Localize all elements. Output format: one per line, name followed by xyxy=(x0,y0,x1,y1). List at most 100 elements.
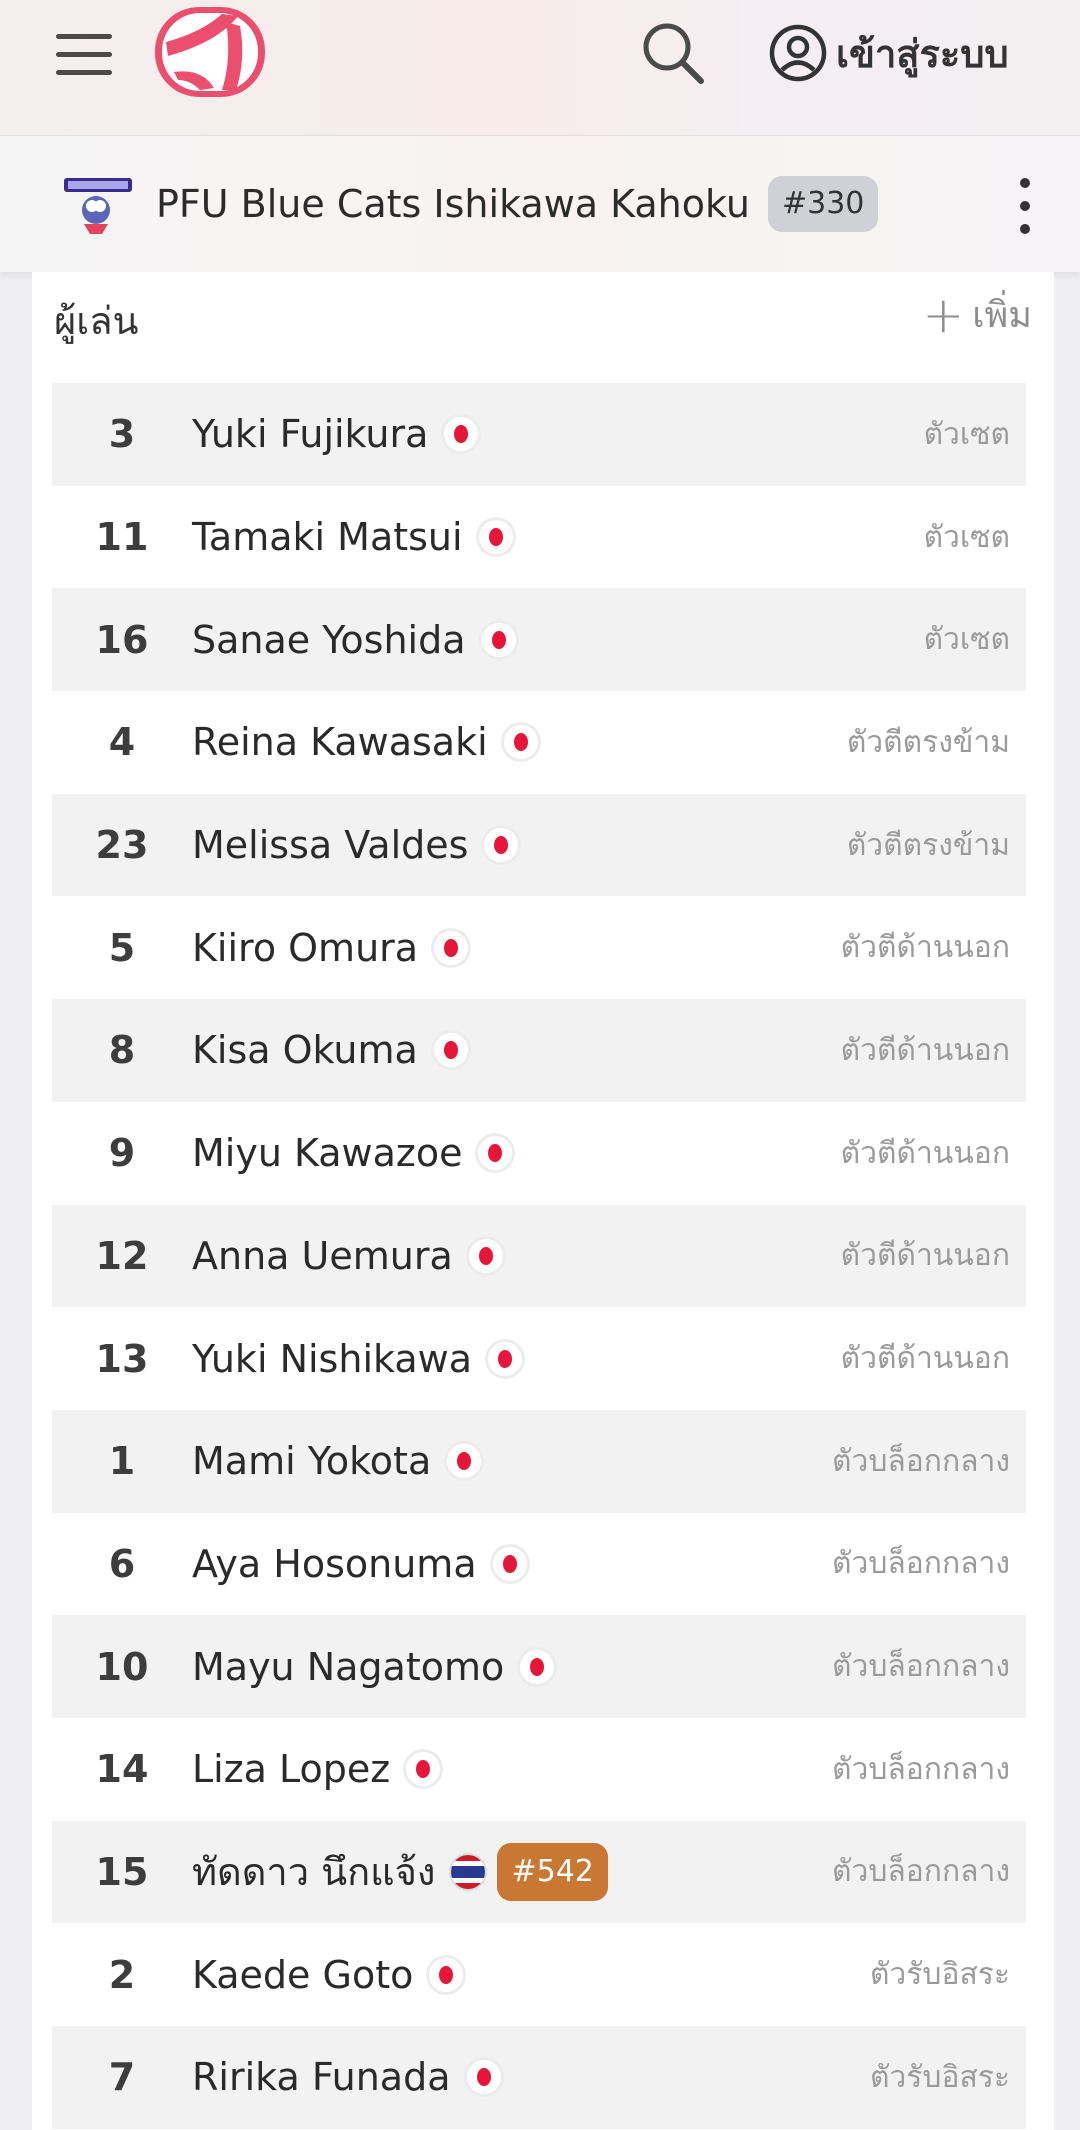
player-number: 7 xyxy=(108,2055,136,2100)
japan-flag-icon xyxy=(488,1341,522,1376)
player-name: Miyu Kawazoe xyxy=(192,1131,463,1176)
japan-flag-icon xyxy=(520,1649,555,1684)
player-row[interactable]: 8 Kisa Okuma ตัวตีด้านนอก xyxy=(52,999,1026,1102)
player-number: 13 xyxy=(95,1336,149,1381)
player-name: Reina Kawasaki xyxy=(192,720,488,765)
player-position: ตัวบล็อกกลาง xyxy=(832,1546,1010,1582)
login-label: เข้าสู่ระบบ xyxy=(836,31,1009,76)
player-position: ตัวตีตรงข้าม xyxy=(846,724,1010,760)
japan-flag-icon xyxy=(447,1444,482,1479)
player-row[interactable]: 7 Ririka Funada ตัวรับอิสระ xyxy=(52,2026,1026,2129)
player-number: 6 xyxy=(108,1541,136,1586)
player-row[interactable]: 5 Kiiro Omura ตัวตีด้านนอก xyxy=(52,896,1026,1000)
player-position: ตัวบล็อกกลาง xyxy=(832,1854,1010,1890)
japan-flag-icon xyxy=(433,1033,468,1068)
japan-flag-icon xyxy=(444,417,479,452)
player-row[interactable]: 12 Anna Uemura ตัวตีด้านนอก xyxy=(52,1204,1026,1308)
player-row[interactable]: 15 ทัดดาว นึกแจ้ง #542 ตัวบล็อกกลาง xyxy=(52,1820,1026,1924)
player-name-group: Reina Kawasaki xyxy=(192,720,538,764)
player-row[interactable]: 9 Miyu Kawazoe ตัวตีด้านนอก xyxy=(52,1101,1026,1205)
japan-flag-icon xyxy=(492,1546,527,1581)
player-number: 10 xyxy=(95,1644,149,1689)
team-header: PFU Blue Cats Ishikawa Kahoku #330 xyxy=(0,136,1080,272)
player-row[interactable]: 6 Aya Hosonuma ตัวบล็อกกลาง xyxy=(52,1512,1026,1616)
player-name-group: Yuki Fujikura xyxy=(192,412,479,457)
plus-icon: + xyxy=(922,285,965,344)
player-position: ตัวเซต xyxy=(923,416,1010,452)
player-row[interactable]: 4 Reina Kawasaki ตัวตีตรงข้าม xyxy=(52,691,1026,794)
player-number: 14 xyxy=(95,1747,149,1792)
player-row[interactable]: 11 Tamaki Matsui ตัวเซต xyxy=(52,485,1026,589)
player-number: 1 xyxy=(108,1439,136,1484)
player-row[interactable]: 13 Yuki Nishikawa ตัวตีด้านนอก xyxy=(52,1307,1026,1410)
player-name-group: Aya Hosonuma xyxy=(192,1542,527,1586)
player-row[interactable]: 16 Sanae Yoshida ตัวเซต xyxy=(52,588,1026,692)
player-row[interactable]: 3 Yuki Fujikura ตัวเซต xyxy=(52,383,1026,486)
team-logo-icon xyxy=(62,176,134,236)
player-name: Liza Lopez xyxy=(192,1747,391,1792)
player-name-group: Sanae Yoshida xyxy=(192,618,516,662)
japan-flag-icon xyxy=(481,622,516,657)
player-rank-badge: #542 xyxy=(497,1842,608,1901)
player-name: Yuki Fujikura xyxy=(192,412,429,457)
japan-flag-icon xyxy=(468,1238,503,1273)
player-position: ตัวตีด้านนอก xyxy=(840,1341,1010,1377)
login-button[interactable]: เข้าสู่ระบบ xyxy=(768,20,1009,86)
volleyball-logo-icon[interactable] xyxy=(152,2,268,102)
player-position: ตัวเซต xyxy=(923,622,1010,658)
player-number: 11 xyxy=(95,515,149,560)
players-card: ผู้เล่น + เพิ่ม 3 Yuki Fujikura ตัวเซต 11 Ta… xyxy=(32,272,1054,2130)
add-player-button[interactable]: + เพิ่ม xyxy=(922,286,1032,343)
player-position: ตัวตีตรงข้าม xyxy=(846,827,1010,863)
player-number: 3 xyxy=(108,412,136,457)
player-name: Mayu Nagatomo xyxy=(192,1644,505,1689)
player-name: Kaede Goto xyxy=(192,1952,414,1997)
add-label: เพิ่ม xyxy=(972,295,1032,336)
player-position: ตัวตีด้านนอก xyxy=(840,930,1010,966)
player-row[interactable]: 23 Melissa Valdes ตัวตีตรงข้าม xyxy=(52,793,1026,897)
player-name: Tamaki Matsui xyxy=(192,515,463,560)
player-name-group: Mami Yokota xyxy=(192,1439,482,1484)
japan-flag-icon xyxy=(503,725,538,760)
player-name: Mami Yokota xyxy=(192,1439,432,1484)
more-options-icon[interactable] xyxy=(1010,178,1040,234)
player-number: 8 xyxy=(108,1028,136,1073)
player-row[interactable]: 2 Kaede Goto ตัวรับอิสระ xyxy=(52,1923,1026,2026)
player-name-group: Kaede Goto xyxy=(192,1952,464,1997)
player-name-group: Miyu Kawazoe xyxy=(192,1131,513,1176)
top-app-bar: เข้าสู่ระบบ xyxy=(0,0,1080,136)
player-name-group: Kisa Okuma xyxy=(192,1028,468,1072)
player-name: Kiiro Omura xyxy=(192,925,419,970)
japan-flag-icon xyxy=(434,930,469,965)
player-row[interactable]: 10 Mayu Nagatomo ตัวบล็อกกลาง xyxy=(52,1615,1026,1718)
japan-flag-icon xyxy=(406,1752,441,1787)
player-name: Anna Uemura xyxy=(192,1233,453,1278)
player-name: Sanae Yoshida xyxy=(192,617,466,662)
section-title: ผู้เล่น xyxy=(54,299,139,343)
player-name: Melissa Valdes xyxy=(192,823,469,868)
player-number: 16 xyxy=(95,617,149,662)
player-name-group: Tamaki Matsui xyxy=(192,515,513,559)
player-row[interactable]: 14 Liza Lopez ตัวบล็อกกลาง xyxy=(52,1717,1026,1821)
player-name-group: Yuki Nishikawa xyxy=(192,1337,522,1381)
player-name-group: Ririka Funada xyxy=(192,2055,501,2099)
player-list: 3 Yuki Fujikura ตัวเซต 11 Tamaki Matsui ตัวเซ… xyxy=(52,383,1026,2129)
player-name-group: ทัดดาว นึกแจ้ง #542 xyxy=(192,1841,608,1902)
player-name-group: Kiiro Omura xyxy=(192,925,469,970)
japan-flag-icon xyxy=(429,1957,464,1992)
player-position: ตัวบล็อกกลาง xyxy=(832,1751,1010,1787)
player-position: ตัวบล็อกกลาง xyxy=(832,1443,1010,1479)
player-name-group: Mayu Nagatomo xyxy=(192,1644,555,1689)
player-name-group: Anna Uemura xyxy=(192,1234,503,1278)
player-number: 4 xyxy=(108,720,136,765)
hamburger-menu-icon[interactable] xyxy=(56,30,114,78)
player-name-group: Liza Lopez xyxy=(192,1747,441,1792)
player-row[interactable]: 1 Mami Yokota ตัวบล็อกกลาง xyxy=(52,1409,1026,1513)
team-rank-badge: #330 xyxy=(768,176,879,232)
player-position: ตัวบล็อกกลาง xyxy=(832,1649,1010,1685)
search-icon[interactable] xyxy=(638,18,708,88)
player-number: 12 xyxy=(95,1233,149,1278)
japan-flag-icon xyxy=(478,1136,513,1171)
player-position: ตัวรับอิสระ xyxy=(869,1957,1010,1993)
player-number: 15 xyxy=(95,1849,149,1894)
